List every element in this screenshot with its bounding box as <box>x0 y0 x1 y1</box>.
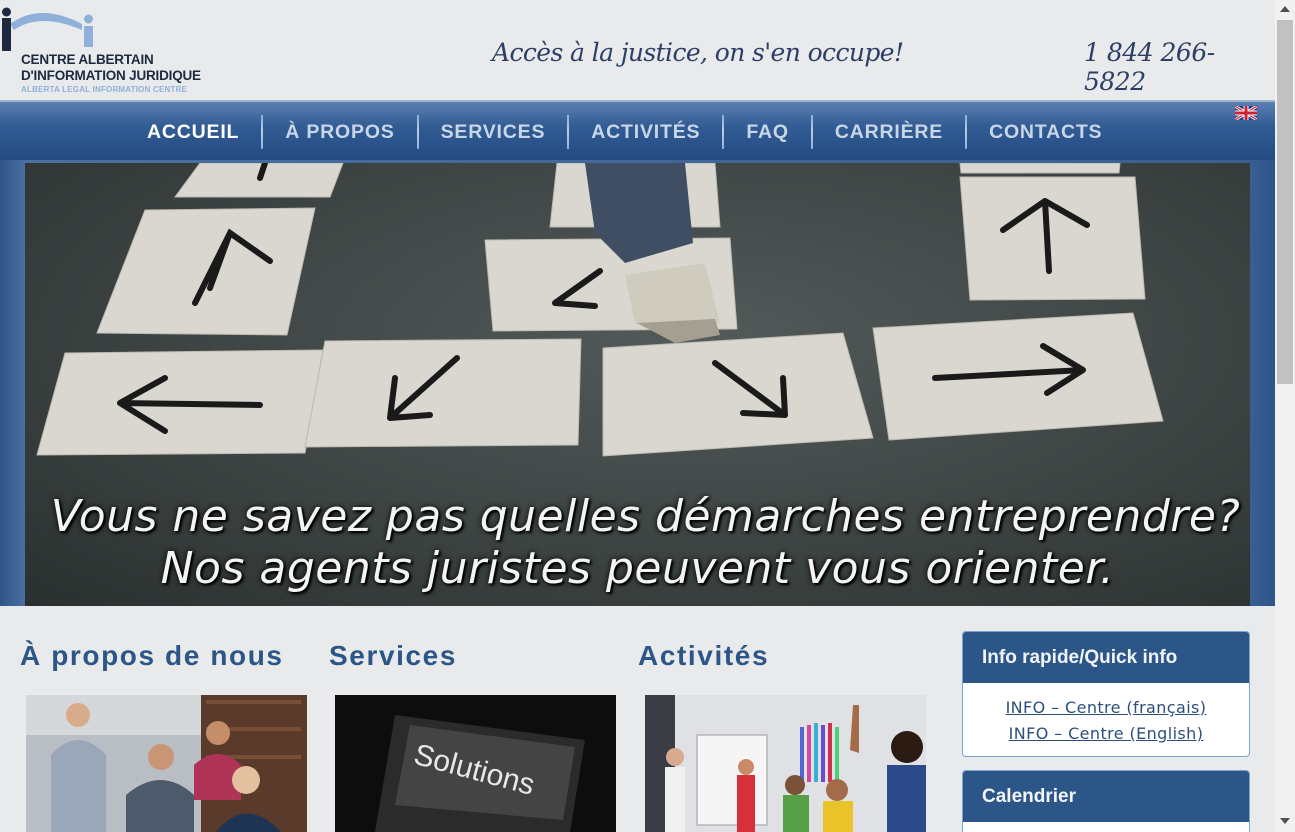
scrollbar-thumb[interactable] <box>1277 20 1293 384</box>
uk-flag-icon[interactable] <box>1235 106 1257 120</box>
team-photo[interactable] <box>26 695 307 832</box>
section-title-services[interactable]: Services <box>329 640 457 672</box>
info-centre-english-link[interactable]: INFO – Centre (English) <box>963 721 1249 747</box>
section-title-activites[interactable]: Activités <box>638 640 769 672</box>
scroll-up-arrow-icon[interactable] <box>1280 6 1290 12</box>
phone-number[interactable]: 1 844 266-5822 <box>1084 38 1275 96</box>
logo-text-line3: ALBERTA LEGAL INFORMATION CENTRE <box>21 85 188 94</box>
site-logo[interactable]: CENTRE ALBERTAIN D'INFORMATION JURIDIQUE… <box>0 4 210 98</box>
quick-info-title: Info rapide/Quick info <box>963 632 1249 683</box>
scroll-down-arrow-icon[interactable] <box>1280 818 1290 824</box>
solutions-key-photo[interactable]: Solutions <box>335 695 616 832</box>
activities-photo[interactable] <box>645 695 926 832</box>
quick-info-box: Info rapide/Quick info INFO – Centre (fr… <box>962 631 1250 757</box>
calendar-title: Calendrier <box>963 771 1249 822</box>
calendar-box: Calendrier <box>962 770 1250 832</box>
site-header: CENTRE ALBERTAIN D'INFORMATION JURIDIQUE… <box>0 0 1275 100</box>
nav-menu: ACCUEIL À PROPOS SERVICES ACTIVITÉS FAQ … <box>125 114 1124 150</box>
hero-headline-line1: Vous ne savez pas quelles démarches entr… <box>50 491 1241 542</box>
hero-headline-line2: Nos agents juristes peuvent vous oriente… <box>160 543 1115 594</box>
nav-item-activites[interactable]: ACTIVITÉS <box>569 114 722 150</box>
main-navigation: ACCUEIL À PROPOS SERVICES ACTIVITÉS FAQ … <box>0 100 1275 160</box>
nav-item-accueil[interactable]: ACCUEIL <box>125 114 261 150</box>
logo-text-line2: D'INFORMATION JURIDIQUE <box>21 68 201 83</box>
nav-item-a-propos[interactable]: À PROPOS <box>263 114 416 150</box>
hero-banner[interactable]: Vous ne savez pas quelles démarches entr… <box>25 163 1250 606</box>
nav-item-carriere[interactable]: CARRIÈRE <box>813 114 965 150</box>
info-centre-francais-link[interactable]: INFO – Centre (français) <box>963 695 1249 721</box>
nav-item-services[interactable]: SERVICES <box>419 114 568 150</box>
site-tagline: Accès à la justice, on s'en occupe! <box>492 38 904 67</box>
logo-mark-icon <box>2 7 93 51</box>
logo-text-line1: CENTRE ALBERTAIN <box>21 52 154 67</box>
nav-item-faq[interactable]: FAQ <box>724 114 811 150</box>
section-title-a-propos[interactable]: À propos de nous <box>20 640 284 672</box>
nav-item-contacts[interactable]: CONTACTS <box>967 114 1124 150</box>
